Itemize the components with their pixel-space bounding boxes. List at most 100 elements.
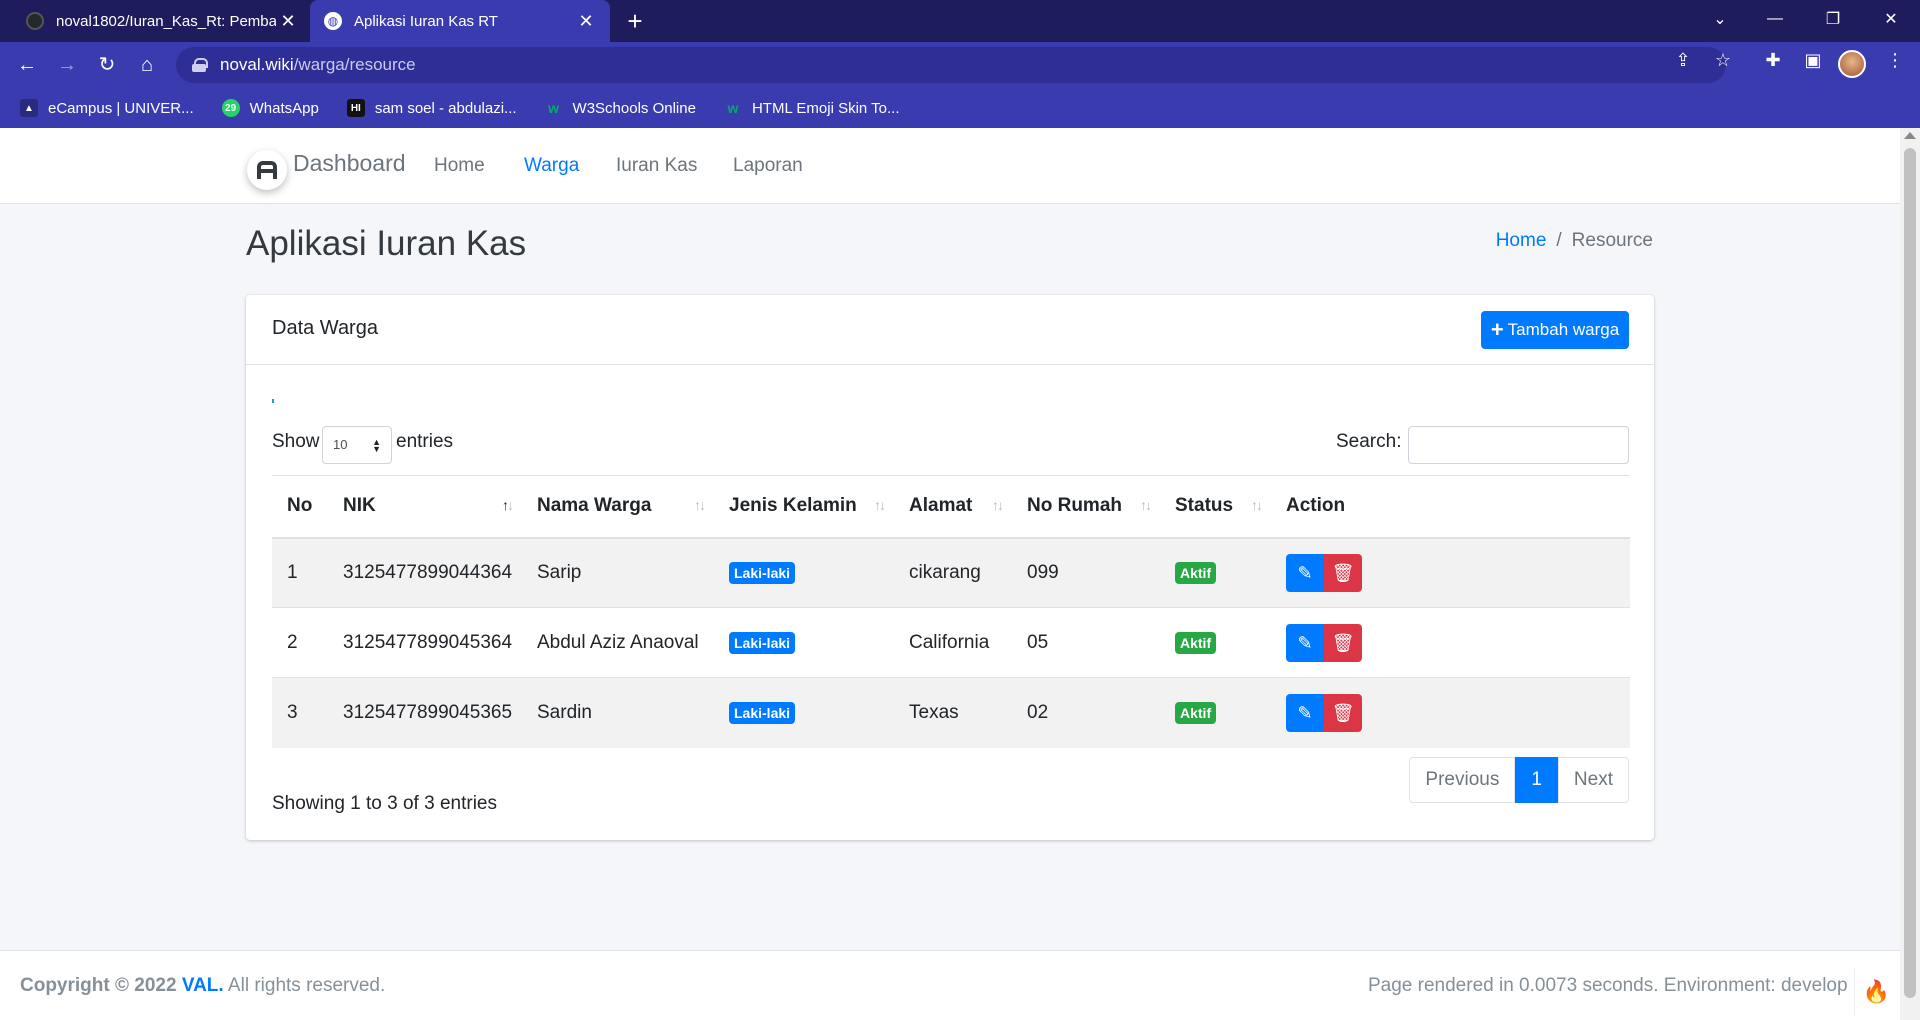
trash-icon: 🗑	[1331, 562, 1355, 583]
lock-icon	[192, 58, 208, 72]
w3schools-icon: w	[548, 100, 559, 116]
copyright-text: Copyright © 2022 VAL. All rights reserve…	[20, 975, 386, 996]
select-arrows-icon: ▲ ▼	[372, 437, 381, 454]
warga-card: Data Warga + Tambah warga Show 10 ▲ ▼ ent…	[246, 295, 1654, 840]
column-header-no[interactable]: No	[272, 475, 328, 539]
nav-warga[interactable]: Warga	[524, 155, 579, 177]
cell-nama: Sardin	[522, 677, 714, 748]
brand-text[interactable]: Dashboard	[293, 150, 406, 177]
cell-no: 2	[272, 607, 328, 678]
profile-avatar[interactable]	[1838, 50, 1866, 78]
gender-badge: Laki-laki	[729, 701, 796, 724]
w3schools-icon: w	[727, 100, 739, 116]
table-row: 3 3125477899045365 Sardin Laki-laki Texa…	[272, 677, 1630, 748]
browser-tab-github[interactable]: noval1802/Iuran_Kas_Rt: Pembayaran ✕	[12, 0, 312, 42]
reload-icon[interactable]: ↻	[92, 50, 122, 80]
menu-icon[interactable]: ⋮	[1880, 50, 1910, 71]
new-tab-button[interactable]: +	[620, 6, 650, 36]
cell-action: ✎ 🗑	[1271, 537, 1630, 608]
edit-button[interactable]: ✎	[1286, 553, 1324, 592]
tab-title: Aplikasi Iuran Kas RT	[354, 12, 498, 30]
cell-status: Aktif	[1160, 537, 1271, 608]
cell-nik: 3125477899044364	[328, 537, 522, 608]
extensions-icon[interactable]: ✚	[1758, 50, 1788, 71]
cell-jenis-kelamin: Laki-laki	[714, 607, 894, 678]
address-bar[interactable]: noval.wiki/warga/resource	[176, 47, 1726, 83]
sort-asc-icon: ↑↓	[502, 497, 514, 513]
github-icon	[26, 12, 44, 30]
bookmark-w3schools[interactable]: w W3Schools Online	[545, 99, 696, 117]
column-header-no-rumah[interactable]: No Rumah ↑↓	[1012, 475, 1160, 539]
tab-title: noval1802/Iuran_Kas_Rt: Pembayaran	[56, 12, 276, 30]
side-panel-icon[interactable]: ▣	[1798, 50, 1828, 71]
sort-icon: ↑↓	[1140, 497, 1152, 513]
debug-toolbar-flame-icon[interactable]: 🔥	[1854, 967, 1898, 1017]
column-header-nik[interactable]: NIK ↑↓	[328, 475, 522, 539]
bookmark-ecampus[interactable]: ▲ eCampus | UNIVER...	[20, 99, 194, 117]
next-page-button[interactable]: Next	[1557, 757, 1629, 803]
column-header-nama[interactable]: Nama Warga ↑↓	[522, 475, 714, 539]
footer-brand-link[interactable]: VAL.	[182, 975, 224, 996]
search-input[interactable]	[1408, 426, 1629, 464]
page-footer: Copyright © 2022 VAL. All rights reserve…	[0, 950, 1900, 1020]
restore-button[interactable]: ❐	[1808, 0, 1858, 38]
delete-button[interactable]: 🗑	[1324, 693, 1362, 732]
cell-action: ✎ 🗑	[1271, 677, 1630, 748]
breadcrumb-home[interactable]: Home	[1496, 230, 1547, 252]
edit-button[interactable]: ✎	[1286, 693, 1324, 732]
delete-button[interactable]: 🗑	[1324, 553, 1362, 592]
entries-length-select[interactable]: 10 ▲ ▼	[322, 426, 392, 464]
close-window-button[interactable]: ✕	[1866, 0, 1916, 38]
cell-nama: Sarip	[522, 537, 714, 608]
previous-page-button[interactable]: Previous	[1409, 757, 1516, 803]
globe-icon: ◍	[324, 12, 342, 30]
render-time-text: Page rendered in 0.0073 seconds. Environ…	[1368, 975, 1848, 996]
close-tab-icon[interactable]: ✕	[574, 11, 598, 32]
page-1-button[interactable]: 1	[1515, 757, 1558, 803]
edit-button[interactable]: ✎	[1286, 623, 1324, 662]
sort-icon: ↑↓	[1251, 497, 1263, 513]
table-row: 1 3125477899044364 Sarip Laki-laki cikar…	[272, 537, 1630, 608]
pencil-icon: ✎	[1297, 702, 1313, 723]
browser-tab-active[interactable]: ◍ Aplikasi Iuran Kas RT ✕	[310, 0, 610, 42]
trash-icon: 🗑	[1331, 702, 1355, 723]
bookmark-sam-soel[interactable]: HI sam soel - abdulazi...	[346, 99, 517, 117]
cell-no-rumah: 05	[1012, 607, 1160, 678]
delete-button[interactable]: 🗑	[1324, 623, 1362, 662]
add-warga-button[interactable]: + Tambah warga	[1481, 311, 1629, 349]
scroll-up-arrow-icon[interactable]	[1904, 132, 1916, 139]
gender-badge: Laki-laki	[729, 631, 796, 654]
cell-nik: 3125477899045364	[328, 607, 522, 678]
column-header-status[interactable]: Status ↑↓	[1160, 475, 1271, 539]
cell-status: Aktif	[1160, 677, 1271, 748]
star-icon[interactable]: ☆	[1708, 50, 1738, 71]
page-content: Dashboard Home Warga Iuran Kas Laporan A…	[0, 128, 1900, 1020]
cell-jenis-kelamin: Laki-laki	[714, 677, 894, 748]
nav-iuran-kas[interactable]: Iuran Kas	[616, 155, 697, 177]
column-header-jenis-kelamin[interactable]: Jenis Kelamin ↑↓	[714, 475, 894, 539]
nav-laporan[interactable]: Laporan	[733, 155, 803, 177]
column-header-alamat[interactable]: Alamat ↑↓	[894, 475, 1012, 539]
page-scrollbar[interactable]	[1900, 128, 1920, 1020]
home-icon[interactable]: ⌂	[132, 50, 162, 80]
cell-no: 3	[272, 677, 328, 748]
cell-nama: Abdul Aziz Anaoval	[522, 607, 714, 678]
forward-icon[interactable]: →	[52, 50, 82, 80]
status-badge: Aktif	[1175, 631, 1217, 654]
sort-icon: ↑↓	[874, 497, 886, 513]
pencil-icon: ✎	[1297, 562, 1313, 583]
share-icon[interactable]: ⇪	[1668, 50, 1698, 71]
tab-search-icon[interactable]: ⌄	[1695, 0, 1745, 38]
bookmark-whatsapp[interactable]: 29 WhatsApp	[221, 99, 319, 117]
campus-icon: ▲	[20, 99, 38, 117]
pagination: Previous 1 Next	[1409, 757, 1629, 803]
minimize-button[interactable]: —	[1750, 0, 1800, 38]
scroll-thumb[interactable]	[1904, 148, 1916, 998]
bookmark-html-emoji[interactable]: w HTML Emoji Skin To...	[724, 99, 900, 117]
brand-logo[interactable]	[247, 150, 287, 190]
trash-icon: 🗑	[1331, 632, 1355, 653]
cell-jenis-kelamin: Laki-laki	[714, 537, 894, 608]
nav-home[interactable]: Home	[434, 155, 485, 177]
close-tab-icon[interactable]: ✕	[276, 11, 300, 32]
back-icon[interactable]: ←	[12, 50, 42, 80]
